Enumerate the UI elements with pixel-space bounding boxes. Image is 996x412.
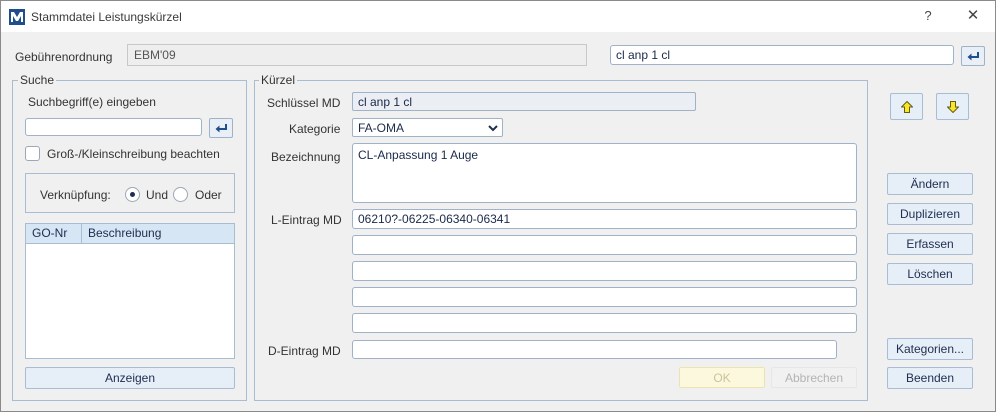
move-up-button[interactable] [890, 93, 923, 120]
radio-oder[interactable] [173, 187, 188, 202]
kategorie-value: FA-OMA [358, 121, 405, 135]
case-sensitive-checkbox[interactable] [25, 146, 40, 161]
l-eintrag-input-3[interactable] [352, 261, 857, 281]
l-eintrag-label: L-Eintrag MD [271, 213, 342, 227]
suche-prompt: Suchbegriff(e) eingeben [28, 95, 156, 109]
result-list[interactable]: GO-Nr Beschreibung [25, 223, 235, 359]
column-beschreibung[interactable]: Beschreibung [82, 224, 161, 243]
l-eintrag-input-1[interactable]: 06210?-06225-06340-06341 [352, 209, 857, 229]
bezeichnung-textarea[interactable]: CL-Anpassung 1 Auge [352, 143, 857, 203]
case-sensitive-label: Groß-/Kleinschreibung beachten [47, 147, 220, 161]
l-eintrag-input-2[interactable] [352, 235, 857, 255]
duplizieren-button[interactable]: Duplizieren [887, 203, 973, 225]
app-logo-icon [9, 9, 25, 25]
title-bar: Stammdatei Leistungskürzel ? ✕ [1, 1, 995, 32]
abbrechen-button[interactable]: Abbrechen [771, 367, 857, 388]
kategorie-label: Kategorie [289, 122, 341, 136]
search-enter-button[interactable] [961, 46, 985, 66]
l-eintrag-input-5[interactable] [352, 313, 857, 333]
gebuehrenordnung-field: EBM'09 [127, 44, 587, 66]
enter-icon [215, 124, 227, 133]
column-go-nr[interactable]: GO-Nr [26, 224, 82, 243]
kategorie-select[interactable]: FA-OMA [352, 118, 503, 137]
erfassen-button[interactable]: Erfassen [887, 233, 973, 255]
move-down-button[interactable] [936, 93, 969, 120]
suche-input[interactable] [25, 118, 202, 136]
shortcode-search-input[interactable]: cl anp 1 cl [610, 45, 954, 65]
dialog-window: Stammdatei Leistungskürzel ? ✕ Gebühreno… [0, 0, 996, 412]
chevron-down-icon [488, 125, 498, 132]
arrow-down-icon [947, 101, 959, 113]
close-button[interactable]: ✕ [961, 5, 985, 27]
suche-legend: Suche [18, 73, 57, 87]
beenden-button[interactable]: Beenden [887, 367, 973, 389]
window-title: Stammdatei Leistungskürzel [31, 10, 182, 24]
aendern-button[interactable]: Ändern [887, 173, 973, 195]
bezeichnung-label: Bezeichnung [271, 150, 341, 164]
d-eintrag-label: D-Eintrag MD [268, 344, 341, 358]
verknuepfung-label: Verknüpfung: [40, 188, 111, 202]
arrow-up-icon [901, 101, 913, 113]
suche-enter-button[interactable] [209, 118, 233, 138]
help-button[interactable]: ? [917, 5, 939, 27]
kategorien-button[interactable]: Kategorien... [887, 338, 973, 360]
result-list-header: GO-Nr Beschreibung [26, 224, 234, 244]
loeschen-button[interactable]: Löschen [887, 263, 973, 285]
radio-und-label: Und [146, 188, 169, 202]
radio-oder-label: Oder [195, 188, 222, 202]
d-eintrag-input[interactable] [352, 340, 837, 359]
schluessel-field: cl anp 1 cl [352, 92, 696, 111]
l-eintrag-input-4[interactable] [352, 287, 857, 307]
gebuehrenordnung-label: Gebührenordnung [15, 50, 113, 64]
anzeigen-button[interactable]: Anzeigen [25, 367, 235, 389]
radio-und[interactable] [125, 187, 140, 202]
kuerzel-legend: Kürzel [259, 73, 298, 87]
ok-button[interactable]: OK [679, 367, 765, 388]
schluessel-label: Schlüssel MD [267, 96, 341, 110]
enter-icon [967, 52, 979, 61]
